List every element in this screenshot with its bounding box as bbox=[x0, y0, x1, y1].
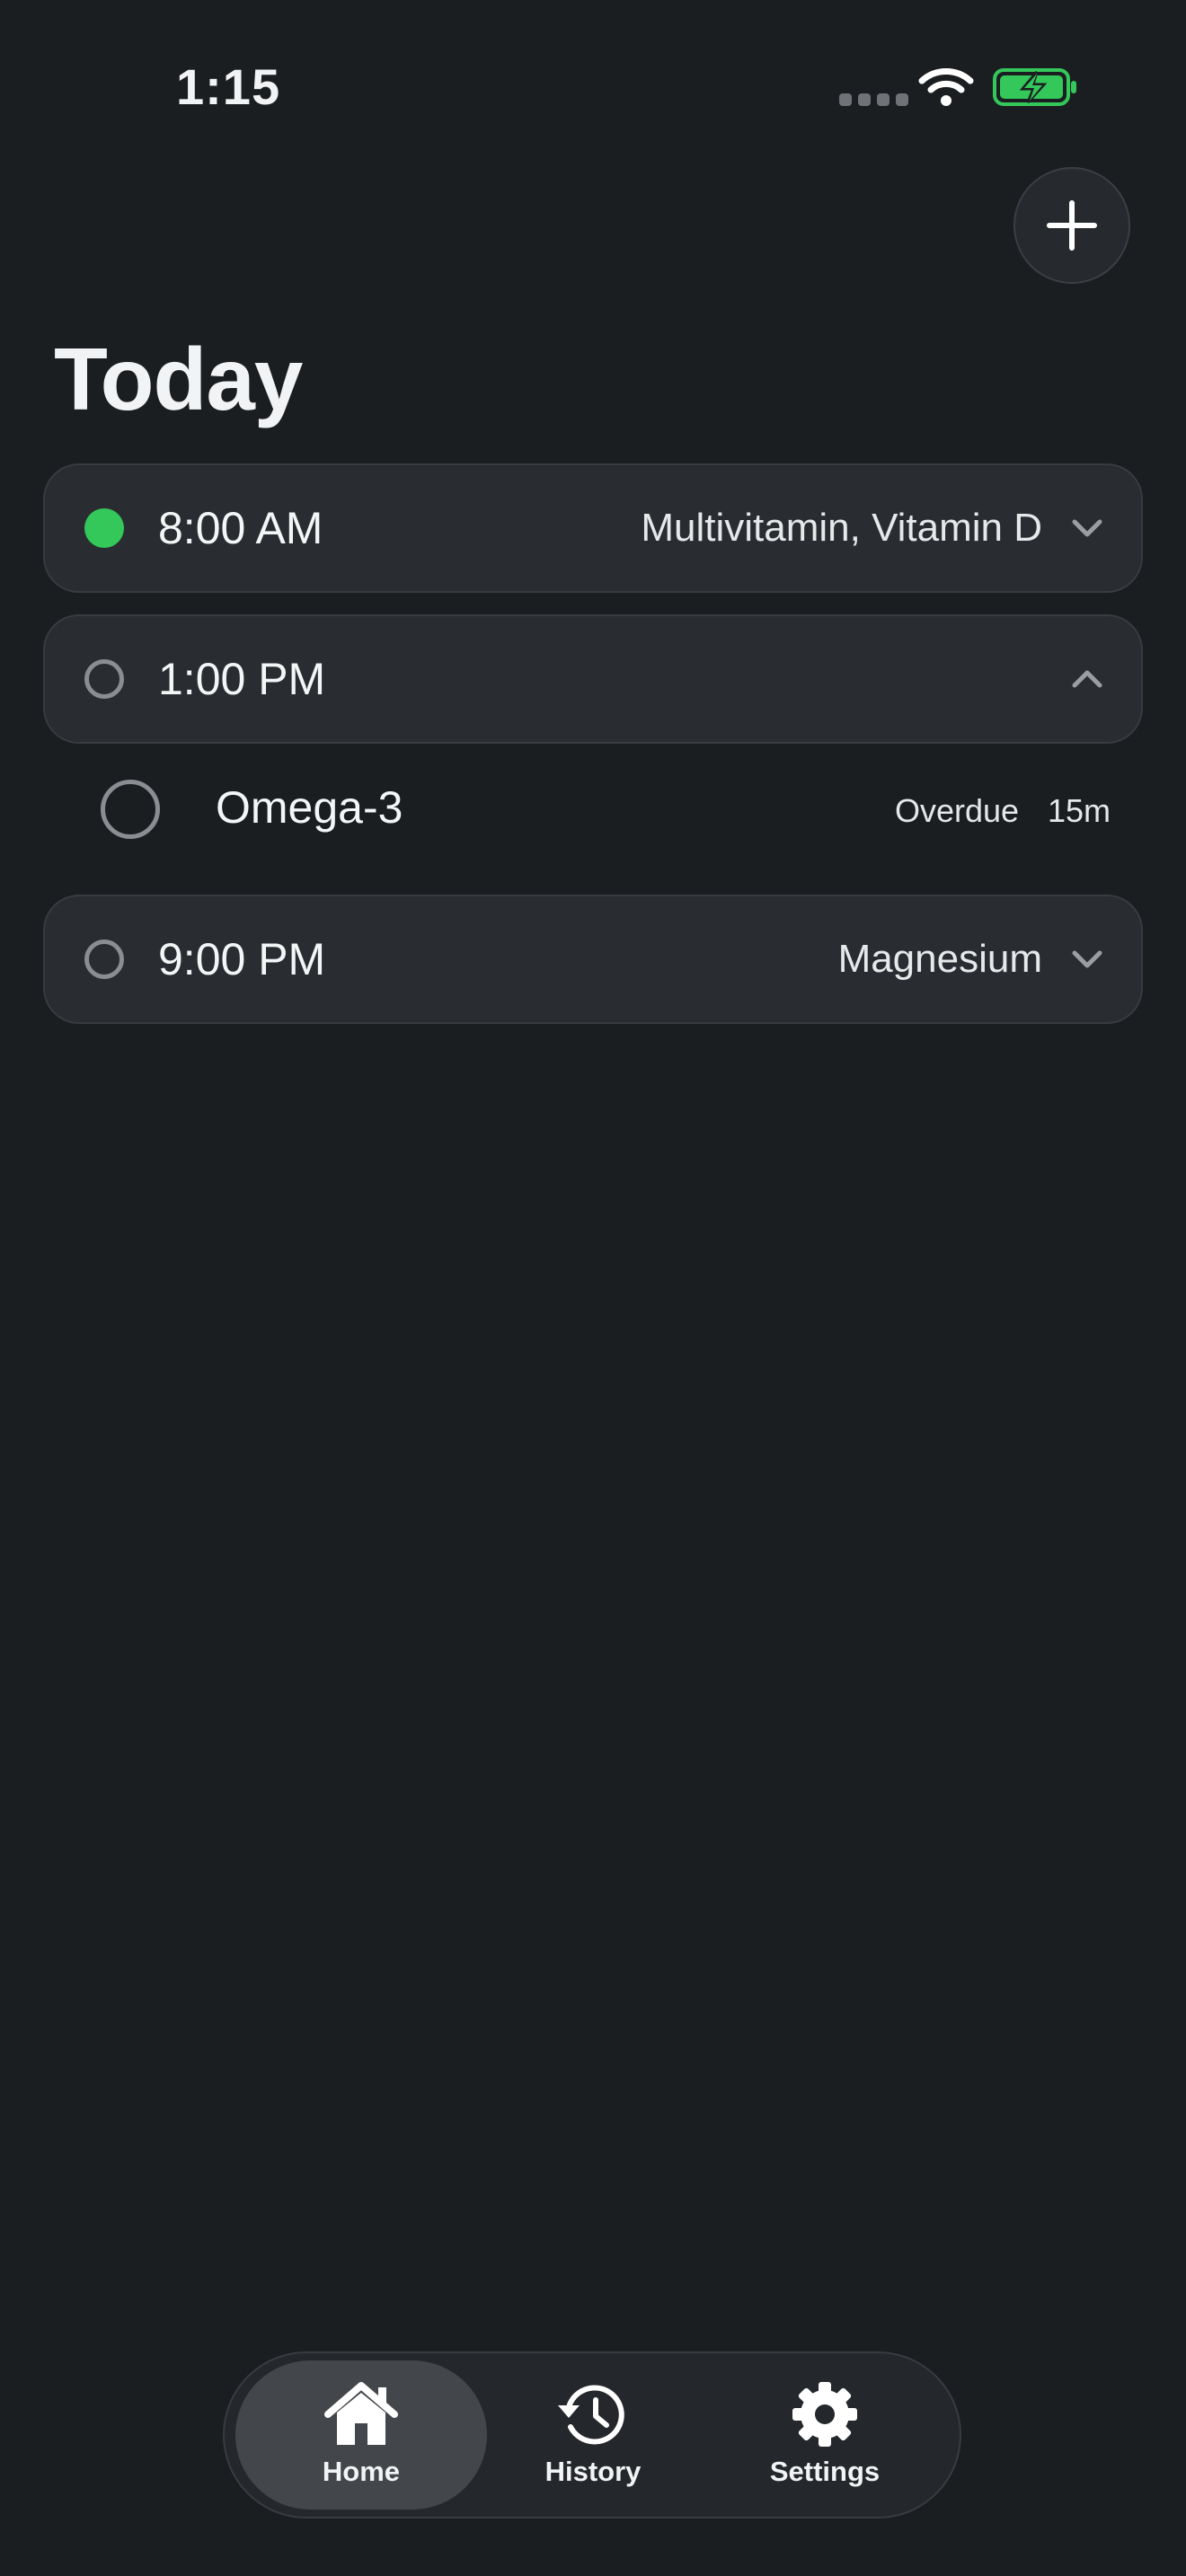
dose-group-9pm[interactable]: 9:00 PM Magnesium bbox=[43, 895, 1143, 1024]
dose-summary: Magnesium bbox=[837, 937, 1042, 981]
home-icon bbox=[324, 2382, 398, 2445]
taken-status-indicator[interactable] bbox=[84, 508, 124, 548]
overdue-duration: 15m bbox=[1048, 792, 1111, 829]
tab-settings[interactable]: Settings bbox=[699, 2360, 951, 2510]
dose-time: 8:00 AM bbox=[158, 503, 323, 553]
dose-summary: Multivitamin, Vitamin D bbox=[641, 506, 1042, 550]
pending-status-indicator[interactable] bbox=[84, 659, 124, 699]
cellular-signal-icon bbox=[839, 93, 908, 106]
battery-charging-icon bbox=[993, 68, 1076, 106]
chevron-down-icon[interactable] bbox=[1069, 510, 1105, 546]
chevron-up-icon[interactable] bbox=[1069, 661, 1105, 697]
gear-icon bbox=[792, 2382, 857, 2447]
chevron-down-icon[interactable] bbox=[1069, 941, 1105, 977]
dose-group-8am[interactable]: 8:00 AM Multivitamin, Vitamin D bbox=[43, 463, 1143, 593]
history-icon bbox=[558, 2385, 624, 2445]
tab-history[interactable]: History bbox=[467, 2360, 719, 2510]
overdue-label: Overdue bbox=[895, 792, 1020, 829]
page-title: Today bbox=[54, 330, 303, 428]
tab-home[interactable]: Home bbox=[235, 2360, 487, 2510]
add-button[interactable] bbox=[1013, 167, 1130, 284]
tab-label: History bbox=[544, 2456, 642, 2487]
pending-status-indicator[interactable] bbox=[84, 940, 124, 979]
supplement-name: Omega-3 bbox=[216, 782, 403, 833]
tab-label: Home bbox=[322, 2456, 401, 2487]
plus-icon bbox=[1047, 200, 1097, 251]
dose-time: 1:00 PM bbox=[158, 654, 326, 704]
dose-time: 9:00 PM bbox=[158, 934, 326, 984]
tab-label: Settings bbox=[769, 2456, 881, 2487]
supplement-checkbox[interactable] bbox=[101, 780, 160, 839]
tab-bar: Home History Settings bbox=[223, 2351, 961, 2519]
supplement-row-omega-3[interactable]: Omega-3 Overdue 15m bbox=[43, 754, 1143, 862]
status-bar: 1:15 bbox=[0, 0, 1186, 171]
dose-group-1pm[interactable]: 1:00 PM bbox=[43, 614, 1143, 744]
status-time: 1:15 bbox=[176, 58, 281, 115]
wifi-icon bbox=[918, 68, 974, 106]
